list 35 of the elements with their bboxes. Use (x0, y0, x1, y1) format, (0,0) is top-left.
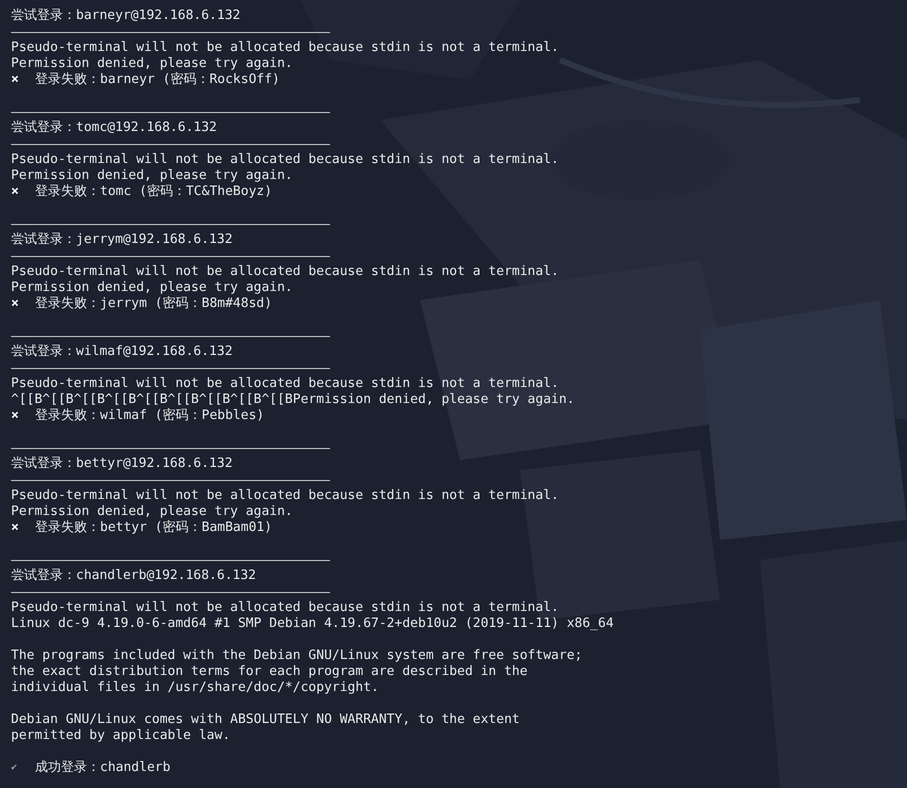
output-line: individual files in /usr/share/doc/*/copyright. (11, 680, 380, 696)
output-line: Pseudo-terminal will not be allocated because stdin is not a terminal. (11, 264, 560, 280)
output-line: Debian GNU/Linux comes with ABSOLUTELY NO WARRANTY, to the extent (11, 712, 521, 728)
failure-message: 登录失败：barneyr (密码：RocksOff) (35, 72, 280, 88)
output-line: Permission denied, please try again. (11, 168, 294, 184)
login-attempt-line: 尝试登录：bettyr@192.168.6.132 (11, 456, 234, 472)
output-line: The programs included with the Debian GNU/Linux system are free software; (11, 648, 584, 664)
login-attempt-line: 尝试登录：jerrym@192.168.6.132 (11, 232, 234, 248)
cross-mark: × (11, 72, 20, 88)
login-attempt-line: 尝试登录：tomc@192.168.6.132 (11, 120, 218, 136)
check-mark: ✔ (11, 761, 18, 775)
cross-mark: × (11, 520, 20, 536)
login-attempt-line: 尝试登录：barneyr@192.168.6.132 (11, 8, 242, 24)
failure-message: 登录失败：bettyr (密码：BamBam01) (35, 520, 272, 536)
login-attempt-line: 尝试登录：wilmaf@192.168.6.132 (11, 344, 234, 360)
output-line: Pseudo-terminal will not be allocated because stdin is not a terminal. (11, 152, 560, 168)
output-line: Pseudo-terminal will not be allocated because stdin is not a terminal. (11, 488, 560, 504)
output-line: Permission denied, please try again. (11, 56, 294, 72)
cross-mark: × (11, 184, 20, 200)
login-attempt-line: 尝试登录：chandlerb@192.168.6.132 (11, 568, 258, 584)
output-line: permitted by applicable law. (11, 728, 232, 744)
output-line: Pseudo-terminal will not be allocated because stdin is not a terminal. (11, 600, 560, 616)
failure-message: 登录失败：tomc (密码：TC&TheBoyz) (35, 184, 272, 200)
failure-message: 登录失败：jerrym (密码：B8m#48sd) (35, 296, 272, 312)
output-line: Permission denied, please try again. (11, 280, 294, 296)
output-line: Pseudo-terminal will not be allocated because stdin is not a terminal. (11, 376, 560, 392)
success-message: 成功登录：chandlerb (35, 760, 170, 776)
failure-message: 登录失败：wilmaf (密码：Pebbles) (35, 408, 264, 424)
cross-mark: × (11, 408, 20, 424)
cross-mark: × (11, 296, 20, 312)
output-line: the exact distribution terms for each program are described in the (11, 664, 529, 680)
output-line: Permission denied, please try again. (11, 504, 294, 520)
output-line: Linux dc-9 4.19.0-6-amd64 #1 SMP Debian 4.19.67-2+deb10u2 (2019-11-11) x86_64 (11, 616, 615, 632)
output-line: ^[[B^[[B^[[B^[[B^[[B^[[B^[[B^[[B^[[BPermission denied, please try again. (11, 392, 576, 408)
output-line: Pseudo-terminal will not be allocated because stdin is not a terminal. (11, 40, 560, 56)
